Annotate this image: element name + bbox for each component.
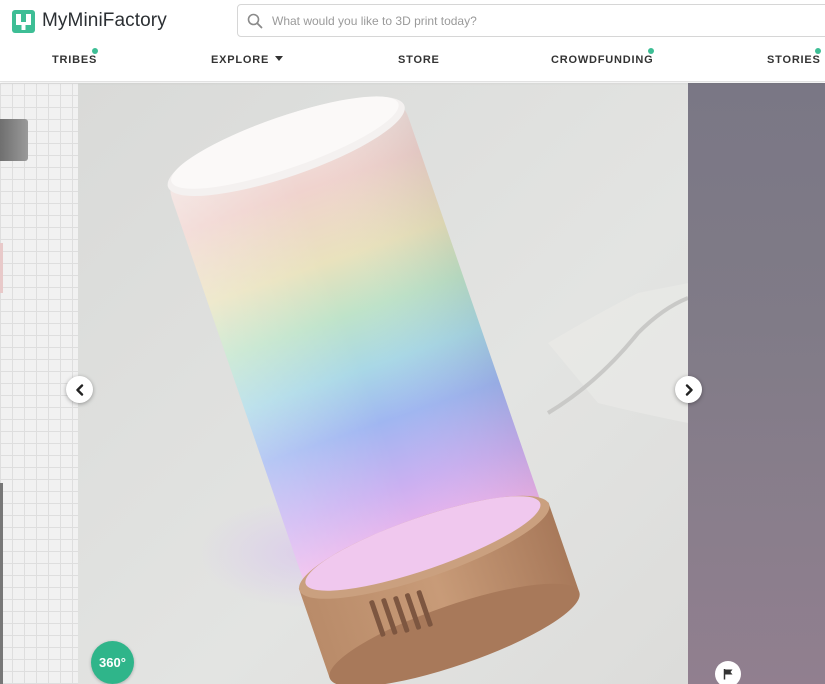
caret-down-icon [275, 56, 284, 61]
brand-name: MyMiniFactory [42, 10, 167, 31]
report-image-button[interactable] [715, 661, 741, 684]
previous-image-button[interactable] [66, 376, 93, 403]
top-header: MyMiniFactory TRIBES EXPLORE STORE CROWD… [0, 0, 825, 82]
nav-crowdfunding[interactable]: CROWDFUNDING [551, 48, 654, 66]
thumbnail-edge [0, 483, 3, 684]
nav-label: TRIBES [52, 54, 98, 66]
nav-explore[interactable]: EXPLORE [211, 54, 284, 66]
search-input[interactable] [272, 13, 792, 28]
thumbnail-object [0, 119, 28, 161]
notification-dot [648, 48, 654, 54]
view-360-label: 360° [99, 655, 126, 670]
nav-stories[interactable]: STORIES [767, 48, 821, 66]
nav-tribes[interactable]: TRIBES [52, 48, 98, 66]
lamp-photo-illustration [78, 83, 688, 684]
chevron-right-icon [685, 383, 693, 396]
site-logo[interactable]: MyMiniFactory [12, 8, 167, 34]
flag-icon [723, 669, 733, 680]
logo-icon [12, 9, 35, 33]
nav-label: STORE [398, 54, 440, 66]
search-bar [237, 4, 825, 37]
image-carousel: 360° [0, 83, 825, 684]
view-360-button[interactable]: 360° [91, 641, 134, 684]
main-product-photo[interactable] [78, 83, 688, 684]
nav-label: CROWDFUNDING [551, 54, 654, 66]
nav-store[interactable]: STORE [398, 54, 440, 66]
main-nav: TRIBES EXPLORE STORE CROWDFUNDING STORIE… [0, 48, 825, 74]
notification-dot [92, 48, 98, 54]
next-image-thumbnail[interactable] [688, 83, 825, 684]
chevron-left-icon [75, 383, 83, 396]
nav-label: STORIES [767, 54, 821, 66]
next-image-button[interactable] [675, 376, 702, 403]
nav-label: EXPLORE [211, 54, 270, 66]
search-icon[interactable] [238, 5, 272, 36]
thumbnail-edge [0, 243, 3, 293]
notification-dot [815, 48, 821, 54]
